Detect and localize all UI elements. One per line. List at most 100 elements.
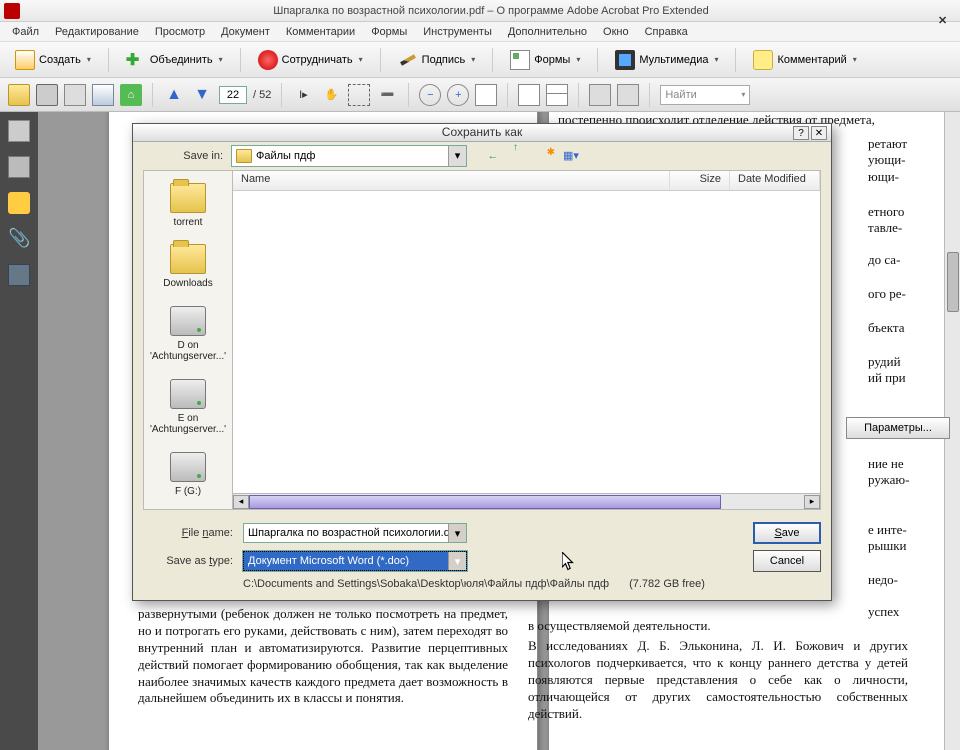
toolbar-separator bbox=[408, 83, 409, 107]
menubar: Файл Редактирование Просмотр Документ Ко… bbox=[0, 22, 960, 42]
zoom-plus-icon[interactable]: + bbox=[447, 84, 469, 106]
save-in-value: Файлы пдф bbox=[256, 150, 315, 162]
menu-view[interactable]: Просмотр bbox=[149, 24, 211, 40]
multimedia-label: Мультимедиа bbox=[639, 54, 708, 66]
folder-icon bbox=[170, 183, 206, 213]
parameters-button[interactable]: Параметры... bbox=[846, 417, 950, 439]
menu-forms[interactable]: Формы bbox=[365, 24, 413, 40]
signatures-panel-icon[interactable] bbox=[8, 264, 30, 286]
hand-tool-icon[interactable]: ✋ bbox=[320, 84, 342, 106]
place-torrent[interactable]: torrent bbox=[148, 179, 228, 233]
cancel-button[interactable]: Cancel bbox=[753, 550, 821, 572]
menu-comments[interactable]: Комментарии bbox=[280, 24, 361, 40]
forms-button[interactable]: Формы bbox=[503, 46, 587, 74]
comments-panel-icon[interactable] bbox=[8, 192, 30, 214]
file-list[interactable]: Name Size Date Modified Параметры... ◂ ▸ bbox=[233, 170, 821, 511]
reading-mode-icon[interactable] bbox=[589, 84, 611, 106]
save-as-type-combo[interactable]: Документ Microsoft Word (*.doc) ▾ bbox=[243, 551, 467, 571]
page-up-icon[interactable]: ▲ bbox=[163, 84, 185, 106]
save-in-label: Save in: bbox=[143, 150, 223, 162]
view-menu-icon[interactable]: ▦▾ bbox=[561, 146, 581, 166]
save-button[interactable]: Save bbox=[753, 522, 821, 544]
toolbar-separator bbox=[649, 83, 650, 107]
toolbar-separator bbox=[152, 83, 153, 107]
single-page-icon[interactable] bbox=[518, 84, 540, 106]
column-date[interactable]: Date Modified bbox=[730, 171, 820, 190]
collaborate-label: Сотрудничать bbox=[282, 54, 353, 66]
menu-tools[interactable]: Инструменты bbox=[417, 24, 498, 40]
scroll-right-icon[interactable]: ▸ bbox=[804, 495, 820, 509]
window-close-button[interactable]: ✕ bbox=[938, 14, 954, 30]
page-down-icon[interactable]: ▼ bbox=[191, 84, 213, 106]
doc-text-frag: ого ре- bbox=[868, 286, 906, 303]
select-tool-icon[interactable]: I▸ bbox=[292, 84, 314, 106]
dialog-close-button[interactable]: ✕ bbox=[811, 126, 827, 140]
places-bar: torrent Downloads D on 'Achtungserver...… bbox=[143, 170, 233, 511]
toolbar-separator bbox=[507, 83, 508, 107]
toolbar-separator bbox=[735, 48, 736, 72]
network-drive-icon bbox=[170, 306, 206, 336]
continuous-icon[interactable] bbox=[546, 84, 568, 106]
scrollbar-thumb[interactable] bbox=[947, 252, 959, 312]
new-folder-icon[interactable]: ✱ bbox=[535, 146, 555, 166]
zoom-out-icon[interactable]: ➖ bbox=[376, 84, 398, 106]
current-path: C:\Documents and Settings\Sobaka\Desktop… bbox=[243, 578, 609, 590]
find-input[interactable]: Найти▾ bbox=[660, 85, 750, 105]
fullscreen-icon[interactable] bbox=[617, 84, 639, 106]
menu-document[interactable]: Документ bbox=[215, 24, 276, 40]
open-icon[interactable] bbox=[8, 84, 30, 106]
menu-edit[interactable]: Редактирование bbox=[49, 24, 145, 40]
menu-advanced[interactable]: Дополнительно bbox=[502, 24, 593, 40]
comment-button[interactable]: Комментарий bbox=[746, 46, 863, 74]
horizontal-scrollbar[interactable]: ◂ ▸ bbox=[233, 493, 820, 509]
print-icon[interactable] bbox=[36, 84, 58, 106]
file-list-header: Name Size Date Modified bbox=[233, 171, 820, 191]
folder-icon bbox=[170, 244, 206, 274]
doc-paragraph: в осуществляемой деятельности. bbox=[528, 618, 908, 635]
create-pdf-icon bbox=[15, 50, 35, 70]
doc-text-frag: ние не bbox=[868, 456, 904, 473]
page-number-input[interactable] bbox=[219, 86, 247, 104]
save-in-combo[interactable]: Файлы пдф ▾ bbox=[231, 145, 467, 167]
menu-window[interactable]: Окно bbox=[597, 24, 635, 40]
dropdown-arrow-icon[interactable]: ▾ bbox=[448, 552, 466, 570]
column-name[interactable]: Name bbox=[233, 171, 670, 190]
place-drive-e[interactable]: E on 'Achtungserver...' bbox=[148, 375, 228, 440]
create-button[interactable]: Создать bbox=[8, 46, 98, 74]
multimedia-button[interactable]: Мультимедиа bbox=[608, 46, 725, 74]
home-icon[interactable]: ⌂ bbox=[120, 84, 142, 106]
filename-input[interactable]: Шпаргалка по возрастной психологии.doc ▾ bbox=[243, 523, 467, 543]
collaborate-button[interactable]: Сотрудничать bbox=[251, 46, 370, 74]
bookmarks-panel-icon[interactable] bbox=[8, 156, 30, 178]
create-label: Создать bbox=[39, 54, 81, 66]
email-icon[interactable] bbox=[92, 84, 114, 106]
dialog-help-button[interactable]: ? bbox=[793, 126, 809, 140]
place-downloads[interactable]: Downloads bbox=[148, 240, 228, 294]
up-one-level-icon[interactable]: ↑ bbox=[509, 146, 529, 166]
place-drive-f[interactable]: F (G:) bbox=[148, 448, 228, 502]
attachments-panel-icon[interactable]: 📎 bbox=[8, 228, 30, 250]
back-icon[interactable]: ← bbox=[483, 146, 503, 166]
place-drive-d[interactable]: D on 'Achtungserver...' bbox=[148, 302, 228, 367]
fit-width-icon[interactable] bbox=[475, 84, 497, 106]
dropdown-arrow-icon[interactable]: ▾ bbox=[448, 146, 466, 166]
primary-toolbar: Создать ✚ Объединить Сотрудничать Подпис… bbox=[0, 42, 960, 78]
sign-button[interactable]: Подпись bbox=[391, 46, 483, 74]
doc-text-frag: ующи- bbox=[868, 152, 906, 169]
marquee-zoom-icon[interactable] bbox=[348, 84, 370, 106]
combine-button[interactable]: ✚ Объединить bbox=[119, 46, 230, 74]
dialog-status-path: C:\Documents and Settings\Sobaka\Desktop… bbox=[143, 578, 821, 590]
save-icon[interactable] bbox=[64, 84, 86, 106]
combine-label: Объединить bbox=[150, 54, 213, 66]
place-label: torrent bbox=[148, 217, 228, 229]
menu-file[interactable]: Файл bbox=[6, 24, 45, 40]
dropdown-arrow-icon[interactable]: ▾ bbox=[448, 524, 466, 542]
scrollbar-thumb[interactable] bbox=[249, 495, 721, 509]
scroll-left-icon[interactable]: ◂ bbox=[233, 495, 249, 509]
app-icon bbox=[4, 3, 20, 19]
pages-panel-icon[interactable] bbox=[8, 120, 30, 142]
menu-help[interactable]: Справка bbox=[639, 24, 694, 40]
toolbar-separator bbox=[597, 48, 598, 72]
zoom-minus-icon[interactable]: − bbox=[419, 84, 441, 106]
column-size[interactable]: Size bbox=[670, 171, 730, 190]
